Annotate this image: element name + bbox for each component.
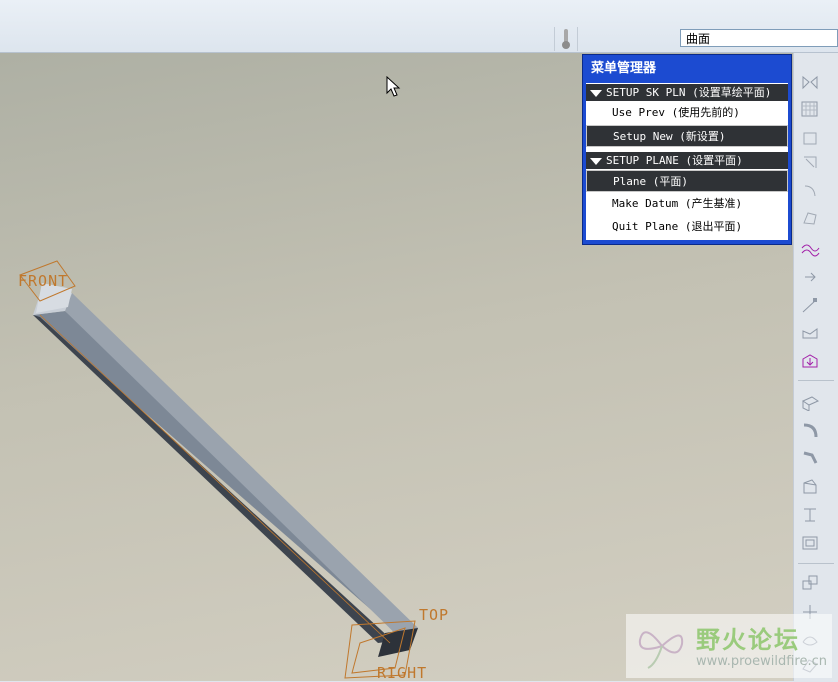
forum-logo-icon bbox=[638, 631, 684, 669]
line-icon[interactable] bbox=[800, 296, 820, 314]
plane-icon[interactable] bbox=[800, 393, 820, 411]
menu-manager-body: SETUP SK PLN (设置草绘平面) Use Prev (使用先前的) S… bbox=[586, 83, 788, 240]
arc-icon[interactable] bbox=[800, 181, 820, 199]
pattern-icon[interactable] bbox=[800, 573, 820, 591]
menu-item-quit-plane[interactable]: Quit Plane (退出平面) bbox=[586, 216, 788, 238]
grid-icon[interactable] bbox=[800, 100, 820, 118]
datum-right-label: RIGHT bbox=[377, 664, 428, 682]
arrow-icon[interactable] bbox=[800, 268, 820, 286]
menu-manager: 菜单管理器 SETUP SK PLN (设置草绘平面) Use Prev (使用… bbox=[582, 54, 792, 245]
menu-item-use-prev[interactable]: Use Prev (使用先前的) bbox=[586, 102, 788, 124]
collapse-triangle-icon bbox=[590, 157, 602, 165]
menu-section-header-setup-sk-pln[interactable]: SETUP SK PLN (设置草绘平面) bbox=[586, 84, 788, 101]
extrude-icon[interactable] bbox=[800, 351, 820, 369]
mouse-cursor-icon bbox=[386, 76, 401, 97]
rib-icon[interactable] bbox=[800, 477, 820, 495]
menu-manager-title: 菜单管理器 bbox=[591, 61, 657, 76]
filter-select[interactable]: 曲面 bbox=[680, 29, 838, 47]
thermometer-icon[interactable] bbox=[554, 27, 578, 51]
chamfer-icon[interactable] bbox=[800, 449, 820, 467]
shape-icon[interactable] bbox=[800, 209, 820, 227]
shell-icon[interactable] bbox=[800, 533, 820, 551]
bar-end-cap bbox=[378, 628, 418, 657]
watermark-url: www.proewildfire.cn bbox=[696, 654, 827, 669]
draft-icon[interactable] bbox=[800, 505, 820, 523]
watermark-title: 野火论坛 bbox=[696, 626, 800, 654]
rectangle-icon[interactable] bbox=[800, 129, 820, 147]
menu-item-setup-new[interactable]: Setup New (新设置) bbox=[586, 125, 788, 147]
datum-front-label: FRONT bbox=[18, 272, 69, 290]
forum-watermark: 野火论坛 www.proewildfire.cn bbox=[626, 614, 832, 678]
menu-section-header-setup-plane[interactable]: SETUP PLANE (设置平面) bbox=[586, 152, 788, 169]
bar-side-face bbox=[33, 315, 393, 643]
flange-icon[interactable] bbox=[800, 324, 820, 342]
curve-icon[interactable] bbox=[800, 239, 820, 257]
bar-right-face bbox=[65, 293, 418, 648]
round-icon[interactable] bbox=[800, 421, 820, 439]
top-toolbar: 曲面 bbox=[0, 0, 838, 53]
menu-item-plane[interactable]: Plane (平面) bbox=[586, 170, 788, 192]
menu-item-make-datum[interactable]: Make Datum (产生基准) bbox=[586, 193, 788, 215]
datum-edge-line bbox=[39, 314, 391, 644]
feature-toolbar bbox=[793, 53, 838, 681]
collapse-triangle-icon bbox=[590, 89, 602, 97]
mirror-icon[interactable] bbox=[800, 73, 820, 91]
datum-top-label: TOP bbox=[419, 606, 450, 624]
corner-icon[interactable] bbox=[800, 153, 820, 171]
